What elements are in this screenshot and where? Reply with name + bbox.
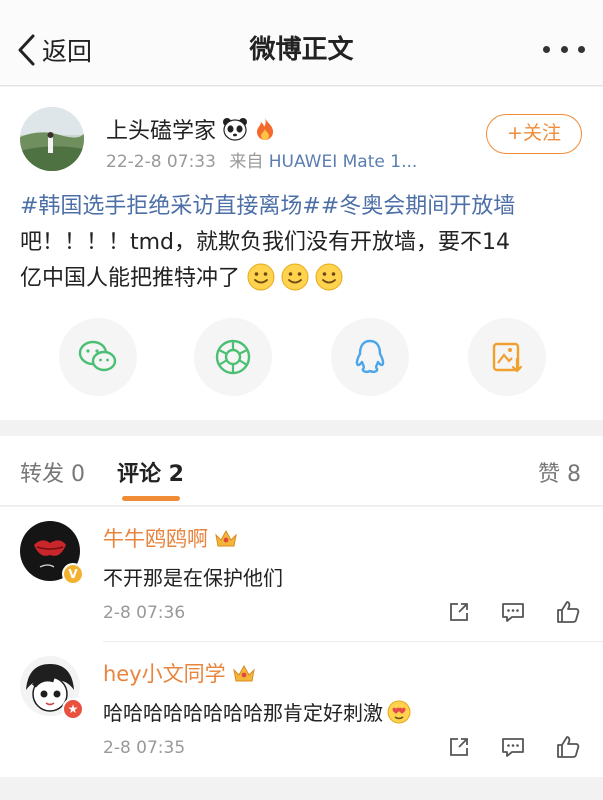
post-text: 亿中国人能把推特冲了: [20, 266, 241, 291]
interaction-tabs: 转发 0 评论 2 赞 8: [0, 436, 603, 506]
thumbs-up-icon: [557, 601, 580, 623]
share-icon: [450, 603, 468, 621]
qq-icon: [355, 339, 385, 374]
comment-share-button[interactable]: [444, 597, 474, 627]
comment-like-button[interactable]: [553, 597, 583, 627]
smile-emoji-icon: [315, 263, 343, 303]
comment-reply-button[interactable]: [498, 597, 528, 627]
more-dot: [560, 45, 568, 53]
commenter-name[interactable]: hey小文同学: [103, 658, 226, 688]
share-qq-button[interactable]: [331, 318, 409, 396]
save-image-button[interactable]: [468, 318, 546, 396]
share-icon: [450, 738, 468, 756]
smile-emoji-icon: [247, 263, 275, 303]
post-source[interactable]: HUAWEI Mate 1...: [269, 152, 418, 172]
verified-badge-icon: ★: [62, 698, 84, 720]
more-options-button[interactable]: [543, 36, 585, 62]
crown-badge-icon: [214, 527, 238, 549]
author-name[interactable]: 上头磕学家: [106, 113, 216, 145]
active-tab-indicator: [122, 496, 180, 501]
comment-share-button[interactable]: [444, 732, 474, 762]
verified-badge-icon: V: [62, 563, 84, 585]
comment-time: 2-8 07:36: [103, 603, 186, 623]
share-wechat-button[interactable]: [59, 318, 137, 396]
fire-icon: [254, 117, 276, 141]
weibo-post: 上头磕学家 22-2-8 07:33 来自 HUAWEI Mate 1... +…: [0, 87, 603, 420]
commenter-name-row: 牛牛鸥鸥啊: [103, 523, 238, 553]
comment-text: 哈哈哈哈哈哈哈哈那肯定好刺激: [103, 701, 383, 725]
comment-text-row: 哈哈哈哈哈哈哈哈那肯定好刺激: [103, 697, 411, 726]
commenter-name[interactable]: 牛牛鸥鸥啊: [103, 523, 208, 553]
post-timestamp: 22-2-8 07:33: [106, 152, 216, 172]
tab-likes[interactable]: 赞 8: [538, 456, 581, 488]
save-image-icon: [492, 342, 523, 373]
comment-time: 2-8 07:35: [103, 738, 186, 758]
panda-icon: [222, 117, 248, 141]
heart-eyes-emoji-icon: [387, 700, 411, 724]
post-content: #韩国选手拒绝采访直接离场##冬奥会期间开放墙 吧！！！！tmd，就欺负我们没有…: [20, 189, 584, 303]
smile-emoji-icon: [281, 263, 309, 303]
thumbs-up-icon: [557, 736, 580, 758]
tab-comments[interactable]: 评论 2: [117, 456, 184, 488]
comment-icon: [502, 738, 524, 757]
follow-button[interactable]: +关注: [486, 114, 582, 154]
hashtag-link[interactable]: #冬奥会期间开放墙: [321, 194, 515, 219]
moments-icon: [215, 339, 251, 375]
comment-like-button[interactable]: [553, 732, 583, 762]
page-title: 微博正文: [249, 35, 354, 65]
commenter-name-row: hey小文同学: [103, 658, 256, 688]
comment-text: 不开那是在保护他们: [103, 566, 283, 590]
source-prefix: 来自: [229, 152, 264, 172]
more-dot: [543, 45, 550, 53]
comment-reply-button[interactable]: [498, 732, 528, 762]
author-name-row: 上头磕学家: [106, 113, 276, 145]
navigation-bar: 返回 微博正文: [0, 0, 603, 86]
comment-item: V 牛牛鸥鸥啊 不开那是在保护他们 2-8 07:36: [0, 507, 603, 642]
comment-item: ★ hey小文同学 哈哈哈哈哈哈哈哈那肯定好刺激 2-8 07:35: [0, 642, 603, 777]
comment-icon: [502, 603, 524, 622]
post-meta: 22-2-8 07:33 来自 HUAWEI Mate 1...: [106, 147, 417, 172]
share-row: [0, 318, 603, 396]
tab-reposts[interactable]: 转发 0: [20, 456, 85, 488]
hashtag-link[interactable]: #韩国选手拒绝采访直接离场#: [20, 194, 321, 219]
share-moments-button[interactable]: [194, 318, 272, 396]
more-dot: [578, 45, 585, 53]
author-avatar[interactable]: [20, 107, 84, 171]
crown-badge-icon: [232, 662, 256, 684]
comment-list: V 牛牛鸥鸥啊 不开那是在保护他们 2-8 07:36 ★ hey小文同学 哈哈…: [0, 507, 603, 777]
post-text: 吧！！！！tmd，就欺负我们没有开放墙，要不14: [20, 230, 511, 255]
wechat-icon: [78, 340, 117, 372]
